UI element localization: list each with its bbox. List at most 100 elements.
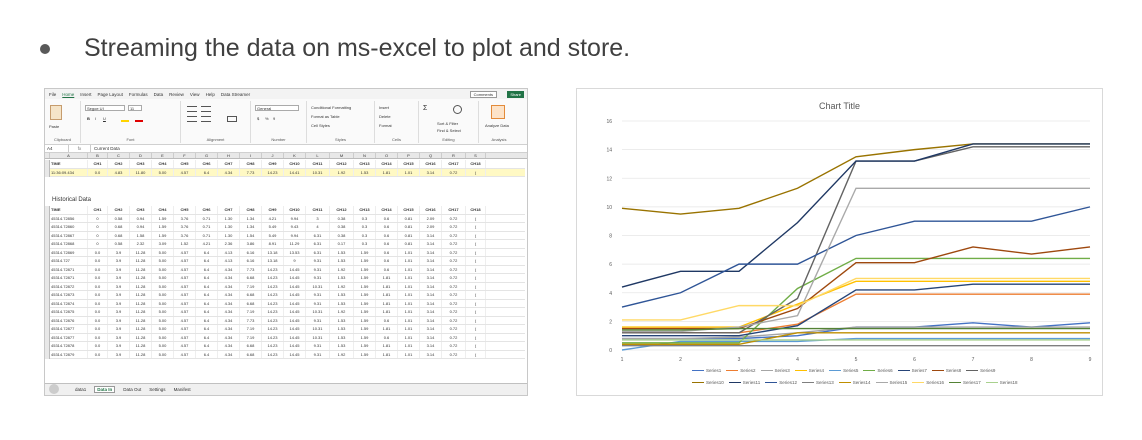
table-cell[interactable]: 5.00 <box>152 316 174 324</box>
table-cell[interactable]: CH2 <box>108 206 130 214</box>
table-cell[interactable]: 4.34 <box>218 316 240 324</box>
font-size-select[interactable]: 11 <box>128 105 142 111</box>
table-cell[interactable]: 0.72 <box>442 350 466 358</box>
row-header[interactable] <box>45 350 50 359</box>
table-cell[interactable]: CH3 <box>130 206 152 214</box>
table-cell[interactable]: 4.57 <box>174 168 196 176</box>
table-cell[interactable]: 14.23 <box>262 325 284 333</box>
table-cell[interactable]: 1.01 <box>398 350 420 358</box>
table-cell[interactable]: 3.14 <box>420 282 442 290</box>
table-cell[interactable]: 1.81 <box>376 342 398 350</box>
table-cell[interactable]: 1.01 <box>398 274 420 282</box>
table-cell[interactable]: 4.57 <box>174 333 196 341</box>
table-cell[interactable]: 3.14 <box>420 342 442 350</box>
table-cell[interactable]: ( <box>466 308 486 316</box>
table-cell[interactable]: 11.80 <box>130 168 152 176</box>
table-cell[interactable]: 4.57 <box>174 274 196 282</box>
menu-item-file[interactable]: File <box>49 92 56 97</box>
table-cell[interactable]: 3.9 <box>108 325 130 333</box>
table-cell[interactable]: 5.00 <box>152 308 174 316</box>
table-cell[interactable]: 1.53 <box>330 342 354 350</box>
table-cell[interactable]: 0.72 <box>442 265 466 273</box>
table-cell[interactable]: 0.6 <box>376 240 398 248</box>
table-cell[interactable]: 4.34 <box>218 274 240 282</box>
row-header[interactable] <box>45 257 50 266</box>
table-cell[interactable]: 9.31 <box>306 316 330 324</box>
sheet-tab-data-in[interactable]: Data In <box>94 386 116 393</box>
table-cell[interactable]: 11.29 <box>284 240 306 248</box>
column-header[interactable]: C <box>108 153 130 158</box>
table-cell[interactable]: 4.34 <box>218 265 240 273</box>
table-cell[interactable]: 1.01 <box>398 248 420 256</box>
table-cell[interactable]: 1.01 <box>398 291 420 299</box>
table-cell[interactable]: ( <box>466 350 486 358</box>
table-cell[interactable]: 1.59 <box>354 291 376 299</box>
table-cell[interactable]: 4.57 <box>174 342 196 350</box>
table-cell[interactable]: CH7 <box>218 160 240 168</box>
table-cell[interactable]: 0.72 <box>442 308 466 316</box>
row-header[interactable] <box>45 308 50 317</box>
table-cell[interactable]: CH5 <box>174 160 196 168</box>
table-cell[interactable]: 1.34 <box>240 214 262 222</box>
table-cell[interactable]: 9.31 <box>306 257 330 265</box>
table-cell[interactable]: 0.72 <box>442 299 466 307</box>
table-cell[interactable]: 3.9 <box>108 333 130 341</box>
table-cell[interactable]: 0 <box>88 231 108 239</box>
row-header[interactable] <box>45 325 50 334</box>
table-cell[interactable]: 4.21 <box>262 214 284 222</box>
table-cell[interactable]: 14.45 <box>284 333 306 341</box>
table-cell[interactable]: 1.53 <box>354 168 376 176</box>
table-cell[interactable]: 4.57 <box>174 350 196 358</box>
table-cell[interactable]: 4.34 <box>218 299 240 307</box>
table-cell[interactable]: 1.81 <box>376 282 398 290</box>
table-cell[interactable]: 0.68 <box>108 231 130 239</box>
table-cell[interactable]: 45314.72871 <box>50 274 88 282</box>
table-cell[interactable]: CH4 <box>152 160 174 168</box>
table-cell[interactable]: 4.57 <box>174 282 196 290</box>
format-cells-button[interactable]: Format <box>379 123 392 128</box>
table-cell[interactable]: ( <box>466 265 486 273</box>
table-cell[interactable]: 7.19 <box>240 333 262 341</box>
table-cell[interactable]: 1.59 <box>152 214 174 222</box>
table-cell[interactable]: CH5 <box>174 206 196 214</box>
table-cell[interactable]: 1.01 <box>398 316 420 324</box>
table-cell[interactable]: CH18 <box>466 160 486 168</box>
table-cell[interactable]: 0.72 <box>442 231 466 239</box>
table-cell[interactable]: CH18 <box>466 206 486 214</box>
table-cell[interactable]: 1.81 <box>376 168 398 176</box>
menu-item-help[interactable]: Help <box>206 92 215 97</box>
table-cell[interactable]: CH10 <box>284 160 306 168</box>
table-cell[interactable]: 9.31 <box>306 350 330 358</box>
table-cell[interactable]: 6.31 <box>306 248 330 256</box>
table-cell[interactable]: 0.6 <box>376 231 398 239</box>
table-cell[interactable]: 0.81 <box>398 231 420 239</box>
currency-button[interactable]: $ <box>257 116 259 121</box>
table-cell[interactable]: CH17 <box>442 160 466 168</box>
table-cell[interactable]: 5.00 <box>152 248 174 256</box>
table-cell[interactable]: 45314.72878 <box>50 342 88 350</box>
table-cell[interactable]: 1.81 <box>376 308 398 316</box>
column-header[interactable]: S <box>466 153 486 158</box>
number-format-select[interactable]: General <box>255 105 299 111</box>
table-cell[interactable]: 9.43 <box>284 223 306 231</box>
delete-cells-button[interactable]: Delete <box>379 114 391 119</box>
table-cell[interactable]: 0.0 <box>88 168 108 176</box>
table-cell[interactable]: 6.4 <box>196 333 218 341</box>
table-cell[interactable]: 6.4 <box>196 342 218 350</box>
menu-item-data[interactable]: Data <box>154 92 164 97</box>
table-cell[interactable]: CH4 <box>152 206 174 214</box>
table-cell[interactable]: 0.94 <box>130 214 152 222</box>
table-cell[interactable]: 0.0 <box>88 248 108 256</box>
sheet-tab-settings[interactable]: Settings <box>149 387 165 392</box>
table-cell[interactable]: ( <box>466 248 486 256</box>
table-cell[interactable]: 0.3 <box>354 223 376 231</box>
table-cell[interactable]: 2.09 <box>420 214 442 222</box>
menu-item-data-streamer[interactable]: Data Streamer <box>221 92 250 97</box>
table-cell[interactable]: 1.53 <box>330 316 354 324</box>
table-cell[interactable]: 14.23 <box>262 265 284 273</box>
table-cell[interactable]: 6.31 <box>306 240 330 248</box>
table-cell[interactable]: ( <box>466 342 486 350</box>
table-cell[interactable]: CH14 <box>376 206 398 214</box>
table-cell[interactable]: 10.31 <box>306 333 330 341</box>
align-middle-icon[interactable] <box>201 106 211 112</box>
